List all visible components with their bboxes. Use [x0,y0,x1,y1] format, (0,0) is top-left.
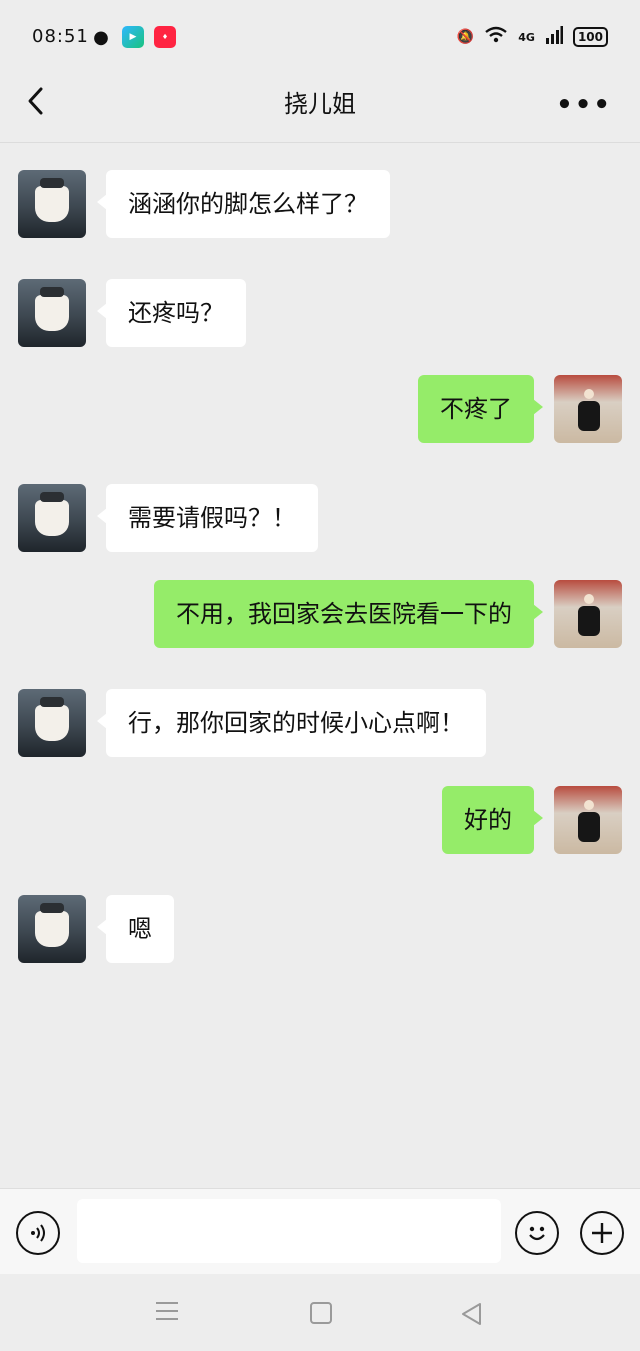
contact-avatar[interactable] [18,895,86,963]
message-bubble[interactable]: 不用，我回家会去医院看一下的 [154,580,543,648]
self-avatar[interactable] [554,786,622,854]
recent-apps-button[interactable] [156,1302,178,1322]
signal-icon [545,26,563,48]
network-type: 4G [518,30,535,44]
message-bubble[interactable]: 需要请假吗？！ [97,484,318,552]
status-indicators: 🔕 4G 100 [457,26,608,48]
system-nav-bar [0,1274,640,1351]
self-avatar[interactable] [554,580,622,648]
home-button[interactable] [310,1302,332,1324]
self-avatar[interactable] [554,375,622,443]
wifi-icon [484,26,508,48]
contact-avatar[interactable] [18,484,86,552]
message-bubble[interactable]: 还疼吗？ [97,279,246,347]
message-row: 好的 [442,786,622,854]
message-row: 需要请假吗？！ [18,484,318,552]
message-bubble[interactable]: 嗯 [97,895,174,963]
xiaohongshu-icon: ♦ [154,26,176,48]
voice-button[interactable] [16,1211,60,1255]
video-app-icon: ▶ [122,26,144,48]
message-input[interactable] [77,1199,501,1263]
plus-button[interactable] [580,1211,624,1255]
message-bubble[interactable]: 行，那你回家的时候小心点啊！ [97,689,486,757]
contact-avatar[interactable] [18,170,86,238]
input-bar [0,1188,640,1275]
status-time: 08:51 [32,26,89,47]
more-button[interactable]: ••• [556,90,612,120]
message-bubble[interactable]: 涵涵你的脚怎么样了？ [97,170,390,238]
message-row: 嗯 [18,895,174,963]
message-row: 不用，我回家会去医院看一下的 [154,580,622,648]
message-row: 还疼吗？ [18,279,246,347]
triangle-back-icon [462,1303,481,1325]
notification-icons: ● ▶ ♦ [90,26,176,48]
status-bar: 08:51 ● ▶ ♦ 🔕 4G 100 [0,0,640,72]
message-bubble[interactable]: 好的 [442,786,543,854]
message-row: 涵涵你的脚怎么样了？ [18,170,390,238]
battery-icon: 100 [572,27,608,47]
contact-avatar[interactable] [18,279,86,347]
mute-bell-icon: 🔕 [456,29,475,45]
chat-header: 挠儿姐 ••• [0,72,640,143]
message-bubble[interactable]: 不疼了 [418,375,543,443]
chat-title: 挠儿姐 [284,90,356,118]
wechat-icon: ● [93,26,109,48]
message-row: 行，那你回家的时候小心点啊！ [18,689,486,757]
emoji-button[interactable] [515,1211,559,1255]
message-row: 不疼了 [418,375,622,443]
contact-avatar[interactable] [18,689,86,757]
emoji-icon [529,1226,545,1241]
voice-icon [31,1224,45,1242]
plus-icon [592,1223,612,1243]
